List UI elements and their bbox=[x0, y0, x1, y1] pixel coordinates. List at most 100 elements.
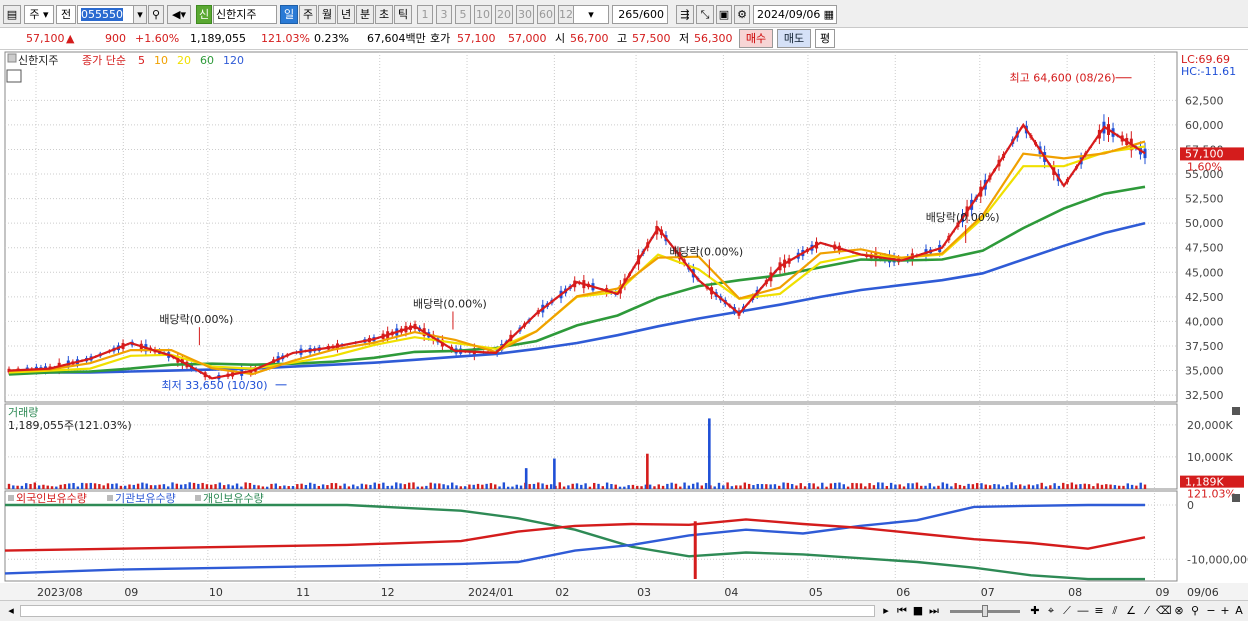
price-tick-label: 62,500 bbox=[1185, 94, 1224, 107]
minute-tab[interactable]: 20 bbox=[495, 5, 513, 24]
volume-bar bbox=[756, 483, 759, 489]
count-field[interactable]: 265/600 bbox=[612, 5, 668, 24]
chart-tools-icon[interactable]: ⇶ bbox=[676, 5, 694, 24]
screen-menu-icon[interactable]: ▤ bbox=[3, 5, 21, 24]
holding-legend-label: 외국인보유수량 bbox=[16, 492, 87, 505]
minute-tab[interactable]: 30 bbox=[516, 5, 534, 24]
trendline-icon[interactable]: ⟋ bbox=[1060, 604, 1074, 618]
dividend-annotation: 배당락(0.00%) bbox=[926, 211, 1000, 224]
volume-bar bbox=[515, 484, 518, 489]
volume-bar bbox=[257, 485, 260, 489]
price-tick-label: 50,000 bbox=[1185, 217, 1224, 230]
volume-bar bbox=[489, 483, 493, 489]
volume-bar bbox=[945, 483, 949, 489]
channel-icon[interactable]: ⫽ bbox=[1108, 604, 1122, 618]
volume-bar bbox=[872, 485, 876, 489]
volume-bar bbox=[971, 484, 975, 489]
holding-tick-label: -10,000,000 bbox=[1187, 553, 1248, 566]
count-value: 265 bbox=[618, 8, 640, 21]
fibonacci-icon[interactable]: ≡ bbox=[1092, 604, 1106, 618]
crosshair-icon[interactable]: ⌖ bbox=[1044, 604, 1058, 618]
minute-tab[interactable]: 10 bbox=[474, 5, 492, 24]
speaker-icon[interactable]: ◀▾ bbox=[167, 5, 191, 24]
eval-button[interactable]: 평 bbox=[815, 29, 835, 48]
last-price-label: 57,100 bbox=[1185, 147, 1224, 160]
minute-tab[interactable]: 1 bbox=[417, 5, 433, 24]
volume-bar bbox=[63, 484, 67, 489]
fast-forward-icon[interactable]: ⏭ bbox=[927, 604, 941, 618]
scroll-right-icon[interactable]: ▸ bbox=[879, 604, 893, 618]
prev-button[interactable]: 전 bbox=[56, 5, 76, 24]
search-icon[interactable]: ⚲ bbox=[148, 5, 164, 24]
volume-bar bbox=[567, 485, 570, 489]
period-tab[interactable]: 년 bbox=[337, 5, 355, 24]
period-tab[interactable]: 분 bbox=[356, 5, 374, 24]
volume-value-label: 1,189,055주(121.03%) bbox=[8, 419, 132, 432]
zoom-out-icon[interactable]: − bbox=[1204, 604, 1218, 618]
settings-gear-icon[interactable]: ⚙ bbox=[734, 5, 750, 24]
volume-bar bbox=[532, 483, 536, 489]
volume-bar bbox=[765, 484, 768, 489]
volume-bar bbox=[1027, 484, 1031, 489]
period-tab[interactable]: 주 bbox=[299, 5, 317, 24]
period-tab[interactable]: 월 bbox=[318, 5, 336, 24]
volume-bar bbox=[726, 482, 729, 489]
minute-tab[interactable]: 5 bbox=[455, 5, 471, 24]
stop-icon[interactable]: ■ bbox=[911, 604, 925, 618]
last-pct-label: 1.60% bbox=[1187, 160, 1222, 173]
turnover-rate: 0.23% bbox=[314, 32, 349, 45]
volume-bar bbox=[1083, 483, 1086, 489]
volume-bar bbox=[46, 485, 49, 489]
scroll-left-icon[interactable]: ◂ bbox=[4, 604, 18, 618]
sell-button[interactable]: 매도 bbox=[777, 29, 811, 48]
zoom-slider-handle[interactable] bbox=[982, 605, 988, 617]
stock-code-input[interactable]: 055550 bbox=[77, 5, 137, 24]
volume-bar bbox=[640, 486, 643, 489]
volume-bar bbox=[1096, 483, 1099, 489]
horizontal-scrollbar[interactable] bbox=[20, 605, 875, 617]
volume-bar bbox=[614, 484, 617, 489]
volume-bar bbox=[1105, 484, 1108, 489]
eraser-icon[interactable]: ⌫ bbox=[1156, 604, 1172, 618]
font-size-icon[interactable]: A bbox=[1232, 604, 1246, 618]
minute-tab[interactable]: 60 bbox=[537, 5, 555, 24]
volume-bar bbox=[958, 484, 962, 489]
type-select[interactable]: 주 ▾ bbox=[24, 5, 54, 24]
stock-name-field[interactable]: 신한지주 bbox=[213, 5, 277, 24]
volume-bar bbox=[330, 483, 333, 489]
magnify-icon[interactable]: ⚲ bbox=[1188, 604, 1202, 618]
volume-bar bbox=[674, 483, 678, 489]
volume-bar bbox=[648, 484, 652, 489]
period-tab[interactable]: 초 bbox=[375, 5, 393, 24]
volume-bar bbox=[1087, 484, 1091, 489]
period-tab[interactable]: 일 bbox=[280, 5, 298, 24]
hline-icon[interactable]: ― bbox=[1076, 604, 1090, 618]
volume-bar bbox=[696, 482, 699, 489]
volume-bar bbox=[1031, 485, 1035, 489]
volume-bar bbox=[928, 483, 932, 489]
magnet-icon[interactable]: ⊗ bbox=[1172, 604, 1186, 618]
code-dropdown-icon[interactable]: ▾ bbox=[133, 5, 147, 24]
rewind-icon[interactable]: ⏮ bbox=[895, 604, 909, 618]
volume-bar bbox=[136, 483, 140, 489]
chart-area[interactable]: 62,50060,00057,50055,00052,50050,00047,5… bbox=[0, 50, 1248, 600]
minute-tab[interactable]: 3 bbox=[436, 5, 452, 24]
up-arrow-icon: ▲ bbox=[66, 32, 75, 45]
minute-custom-select[interactable]: ▾ bbox=[573, 5, 609, 24]
volume-bar bbox=[25, 483, 28, 489]
save-icon[interactable]: ▣ bbox=[716, 5, 732, 24]
date-field[interactable]: 2024/09/06 ▦ bbox=[753, 5, 837, 24]
calendar-icon[interactable]: ▦ bbox=[824, 6, 834, 23]
dividend-annotation: 배당락(0.00%) bbox=[669, 245, 743, 258]
buy-button[interactable]: 매수 bbox=[739, 29, 773, 48]
volume-bar bbox=[446, 485, 450, 489]
cursor-cross-icon[interactable]: ✚ bbox=[1028, 604, 1042, 618]
volume-bar bbox=[993, 484, 996, 489]
draw-tools-icon[interactable]: ⤡ bbox=[696, 5, 714, 24]
price-chart-svg[interactable]: 62,50060,00057,50055,00052,50050,00047,5… bbox=[0, 50, 1248, 600]
zoom-in-icon[interactable]: + bbox=[1218, 604, 1232, 618]
text-tool-icon[interactable]: ⁄ bbox=[1140, 604, 1154, 618]
period-tab[interactable]: 틱 bbox=[394, 5, 412, 24]
angle-icon[interactable]: ∠ bbox=[1124, 604, 1138, 618]
volume-bar bbox=[287, 486, 290, 489]
